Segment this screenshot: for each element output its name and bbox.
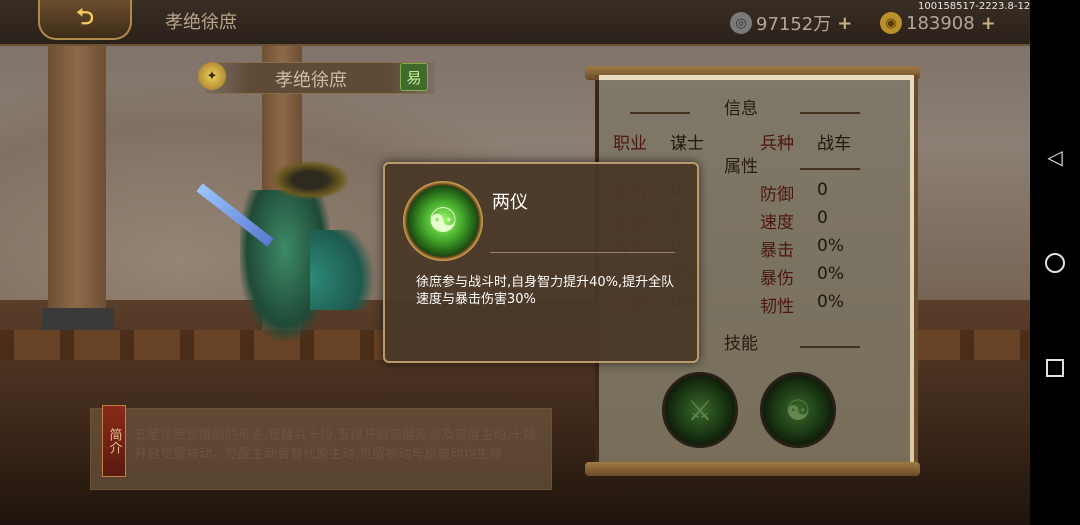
hero-name: 孝绝徐庶	[275, 70, 347, 91]
add-gold-icon[interactable]: +	[981, 13, 996, 34]
silver-coin-icon: ◎	[730, 12, 752, 34]
nav-home-icon[interactable]	[1044, 252, 1066, 274]
scroll-bottom-rod	[585, 462, 920, 476]
pillar-base	[42, 308, 114, 330]
top-bar	[0, 0, 1030, 46]
back-arrow-icon: ⮌	[76, 5, 94, 30]
taiji-skill-icon: ☯	[403, 181, 483, 261]
popup-divider	[490, 252, 675, 253]
hero-figure[interactable]	[170, 150, 390, 350]
page-title: 孝绝徐庶	[165, 12, 237, 33]
coin-icon: ✦	[198, 62, 226, 90]
silver-amount: 97152万	[756, 14, 832, 35]
description-text: 五星徐庶觉醒后的形态,觉醒共十段,五段开启觉醒形态及觉醒主动,十段开启觉醒被动。…	[134, 428, 537, 462]
background-pillar	[48, 40, 106, 330]
gold-ingot-icon: ◉	[880, 12, 902, 34]
nav-recent-icon[interactable]	[1044, 357, 1066, 379]
difficulty-badge: 易	[400, 63, 428, 91]
add-silver-icon[interactable]: +	[837, 13, 852, 34]
silver-currency[interactable]: ◎ 97152万 +	[730, 10, 852, 36]
gold-currency[interactable]: ◉ 183908 +	[880, 10, 996, 36]
nav-back-icon[interactable]: ◁	[1044, 145, 1066, 169]
gold-amount: 183908	[906, 12, 975, 34]
skill-description: 徐庶参与战斗时,自身智力提升40%,提升全队速度与暴击伤害30%	[416, 275, 675, 307]
description-tag: 简介	[102, 405, 126, 477]
hero-fan	[310, 230, 390, 310]
skill-name: 两仪	[492, 192, 528, 213]
hero-hat	[270, 160, 350, 200]
android-nav-bar: ◁	[1030, 0, 1080, 525]
back-button[interactable]: ⮌	[38, 0, 132, 40]
